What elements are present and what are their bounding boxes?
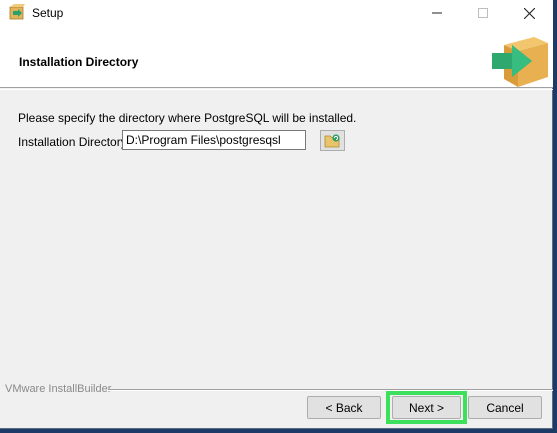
footer-separator [108,389,553,391]
package-box-icon [490,33,548,87]
folder-browse-icon [324,134,340,148]
close-icon [523,7,535,19]
page-title: Installation Directory [19,55,139,69]
minimize-icon [432,12,442,14]
minimize-button[interactable] [414,0,460,26]
instruction-text: Please specify the directory where Postg… [18,111,357,125]
close-button[interactable] [506,0,552,26]
maximize-icon [478,8,488,18]
title-bar: Setup [0,0,553,26]
browse-folder-button[interactable] [320,130,345,151]
header-divider [0,89,553,90]
setup-window: Setup Installation Directory Please spec… [0,0,553,429]
setup-app-icon [9,4,26,21]
header-banner: Installation Directory [0,26,553,88]
brand-label: VMware InstallBuilder [5,383,112,395]
cancel-button[interactable]: Cancel [468,396,542,419]
back-button[interactable]: < Back [307,396,381,419]
installation-directory-label: Installation Directory [18,135,127,149]
maximize-button[interactable] [460,0,506,26]
window-title: Setup [32,6,64,20]
next-button[interactable]: Next > [392,396,461,419]
installation-directory-input[interactable] [122,130,306,150]
